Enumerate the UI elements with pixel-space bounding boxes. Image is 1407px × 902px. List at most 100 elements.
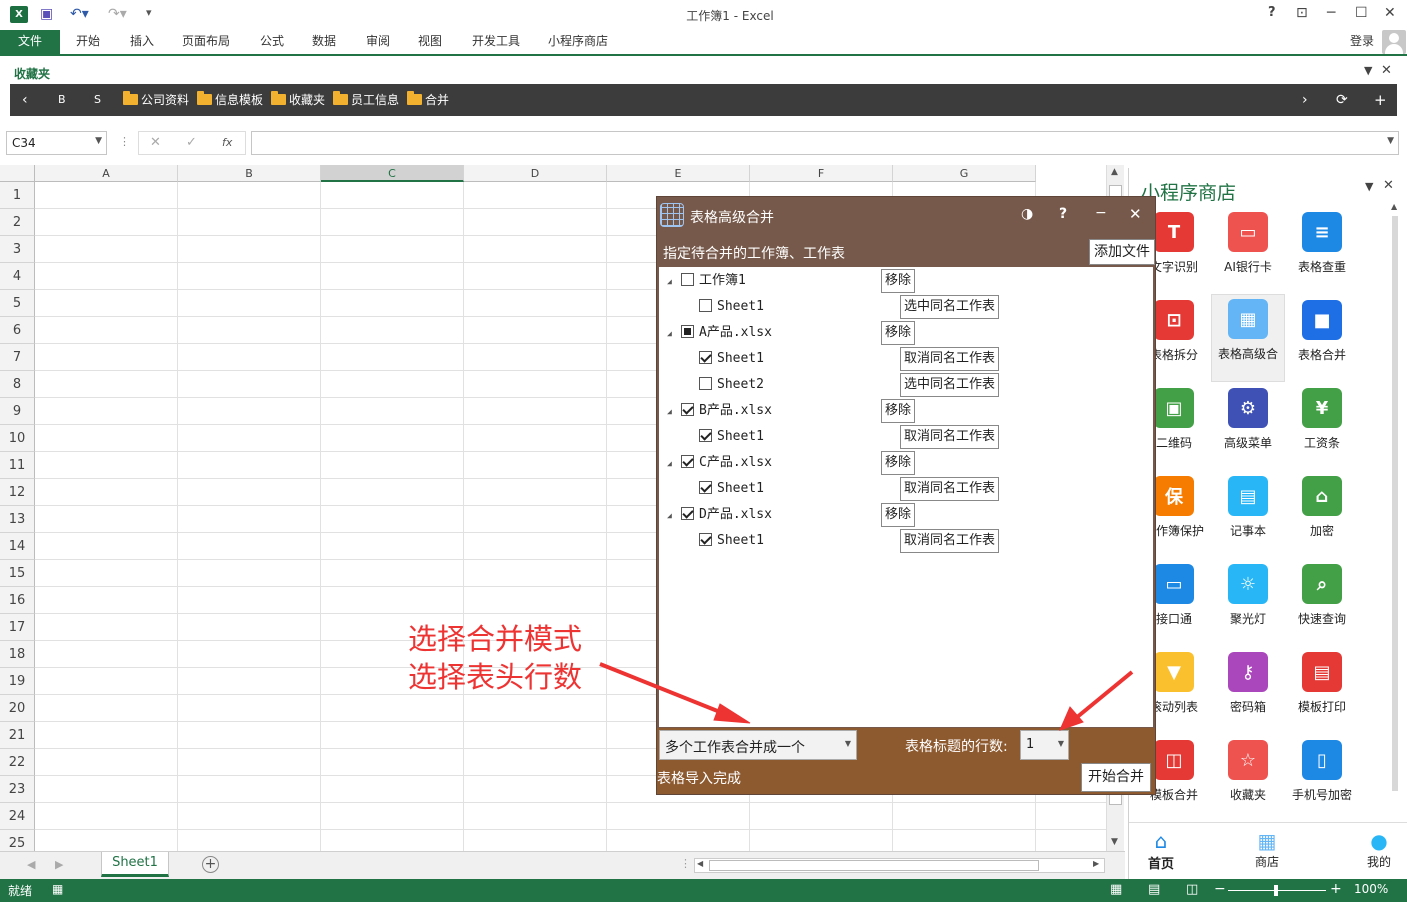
dialog-help-icon[interactable]: ? — [1059, 206, 1067, 222]
maximize-icon[interactable]: ☐ — [1355, 5, 1368, 21]
row-header[interactable]: 16 — [0, 587, 35, 614]
scroll-right-icon[interactable]: ▶ — [1093, 859, 1099, 868]
row-header[interactable]: 14 — [0, 533, 35, 560]
column-header[interactable]: E — [607, 165, 750, 182]
row-header[interactable]: 10 — [0, 425, 35, 452]
checkbox[interactable] — [699, 481, 712, 494]
customize-toolbar-icon[interactable]: ▾ — [146, 6, 152, 19]
checkbox[interactable] — [699, 533, 712, 546]
tab-split-grip[interactable]: ⋮ — [680, 857, 691, 870]
tree-workbook-node[interactable]: ◢ A产品.xlsx — [667, 320, 772, 346]
nav-home[interactable]: ⌂ 首页 — [1139, 829, 1183, 872]
tab-page-layout[interactable]: 页面布局 — [170, 30, 242, 54]
login-link[interactable]: 登录 — [1350, 32, 1374, 49]
name-box[interactable]: C34 ▼ — [6, 131, 107, 155]
app-tile[interactable]: ☆ 收藏夹 — [1211, 740, 1285, 803]
row-header[interactable]: 13 — [0, 506, 35, 533]
row-header[interactable]: 1 — [0, 182, 35, 209]
panel-scrollbar[interactable]: ▲ — [1391, 202, 1399, 798]
normal-view-icon[interactable]: ▦ — [1110, 882, 1122, 897]
scroll-left-icon[interactable]: ◀ — [697, 859, 703, 868]
app-tile[interactable]: ⚙ 高级菜单 — [1211, 388, 1285, 451]
checkbox[interactable] — [681, 325, 694, 338]
row-header[interactable]: 11 — [0, 452, 35, 479]
row-header[interactable]: 8 — [0, 371, 35, 398]
enter-icon[interactable]: ✓ — [186, 135, 197, 150]
remove-button[interactable]: 移除 — [881, 503, 916, 527]
checkbox[interactable] — [681, 403, 694, 416]
column-header[interactable]: C — [321, 165, 464, 182]
undo-icon[interactable]: ↶▾ — [70, 6, 89, 22]
fav-item-b[interactable]: B — [58, 84, 66, 116]
page-layout-view-icon[interactable]: ▤ — [1148, 882, 1160, 897]
row-header[interactable]: 9 — [0, 398, 35, 425]
toggle-same-sheet-button[interactable]: 取消同名工作表 — [900, 425, 1000, 449]
scroll-down-icon[interactable]: ▼ — [1111, 837, 1118, 847]
column-header[interactable]: G — [893, 165, 1036, 182]
ribbon-display-icon[interactable]: ⊡ — [1296, 5, 1308, 21]
insert-function-icon[interactable]: fx — [222, 136, 232, 149]
expand-triangle-icon[interactable]: ◢ — [667, 451, 681, 477]
row-header[interactable]: 19 — [0, 668, 35, 695]
row-header[interactable]: 6 — [0, 317, 35, 344]
checkbox[interactable] — [699, 351, 712, 364]
app-tile[interactable]: ▯ 手机号加密 — [1285, 740, 1359, 803]
minimize-icon[interactable]: ─ — [1327, 5, 1335, 21]
collapse-icon[interactable]: ▼ — [1364, 64, 1372, 77]
toggle-same-sheet-button[interactable]: 选中同名工作表 — [900, 295, 1000, 319]
macro-record-icon[interactable]: ▦ — [52, 882, 63, 896]
sheet-next-icon[interactable]: ▶ — [55, 858, 63, 871]
tree-sheet-node[interactable]: Sheet1 — [699, 346, 764, 372]
expand-triangle-icon[interactable]: ◢ — [667, 321, 681, 347]
row-header[interactable]: 7 — [0, 344, 35, 371]
start-merge-button[interactable]: 开始合并 — [1081, 763, 1151, 792]
fav-folder-company[interactable]: 公司资料 — [123, 84, 189, 116]
horizontal-scrollbar[interactable]: ◀ ▶ — [694, 858, 1105, 873]
checkbox[interactable] — [699, 299, 712, 312]
sheet-tab-sheet1[interactable]: Sheet1 — [101, 852, 169, 877]
column-header[interactable]: B — [178, 165, 321, 182]
app-tile[interactable]: ■ 表格合并 — [1285, 300, 1359, 363]
dialog-minimize-icon[interactable]: − — [1095, 205, 1107, 221]
column-header[interactable]: D — [464, 165, 607, 182]
app-tile[interactable]: ¥ 工资条 — [1285, 388, 1359, 451]
tree-sheet-node[interactable]: Sheet1 — [699, 424, 764, 450]
zoom-level[interactable]: 100% — [1354, 882, 1388, 896]
app-tile[interactable]: ▤ 记事本 — [1211, 476, 1285, 539]
tab-insert[interactable]: 插入 — [118, 30, 166, 54]
app-tile[interactable]: ▭ AI银行卡 — [1211, 212, 1285, 275]
remove-button[interactable]: 移除 — [881, 399, 916, 423]
tree-sheet-node[interactable]: Sheet2 — [699, 372, 764, 398]
hscroll-thumb[interactable] — [709, 860, 1039, 871]
row-header[interactable]: 5 — [0, 290, 35, 317]
nav-me[interactable]: ● 我的 — [1357, 829, 1401, 870]
tab-view[interactable]: 视图 — [406, 30, 454, 54]
tree-sheet-node[interactable]: Sheet1 — [699, 476, 764, 502]
expand-icon[interactable]: ▼ — [1387, 136, 1394, 146]
zoom-out-icon[interactable]: − — [1214, 881, 1226, 897]
row-header[interactable]: 22 — [0, 749, 35, 776]
row-header[interactable]: 3 — [0, 236, 35, 263]
panel-close-icon[interactable]: ✕ — [1383, 178, 1394, 193]
fav-folder-templates[interactable]: 信息模板 — [197, 84, 263, 116]
row-header[interactable]: 2 — [0, 209, 35, 236]
add-sheet-icon[interactable]: + — [202, 856, 219, 873]
tab-formulas[interactable]: 公式 — [248, 30, 296, 54]
row-header[interactable]: 25 — [0, 830, 35, 851]
nav-store[interactable]: ▦ 商店 — [1245, 829, 1289, 870]
toggle-same-sheet-button[interactable]: 取消同名工作表 — [900, 477, 1000, 501]
app-tile[interactable]: ▤ 模板打印 — [1285, 652, 1359, 715]
select-all-corner[interactable] — [0, 165, 35, 182]
close-favorites-icon[interactable]: ✕ — [1381, 63, 1392, 78]
redo-icon[interactable]: ↷▾ — [108, 6, 127, 22]
avatar[interactable] — [1382, 30, 1406, 54]
toggle-same-sheet-button[interactable]: 取消同名工作表 — [900, 347, 1000, 371]
row-header[interactable]: 20 — [0, 695, 35, 722]
toggle-same-sheet-button[interactable]: 选中同名工作表 — [900, 373, 1000, 397]
row-header[interactable]: 23 — [0, 776, 35, 803]
refresh-icon[interactable]: ⟳ — [1336, 84, 1348, 116]
cancel-icon[interactable]: ✕ — [150, 135, 161, 150]
checkbox[interactable] — [681, 455, 694, 468]
tree-workbook-node[interactable]: ◢ D产品.xlsx — [667, 502, 772, 528]
add-file-button[interactable]: 添加文件 — [1089, 239, 1155, 265]
